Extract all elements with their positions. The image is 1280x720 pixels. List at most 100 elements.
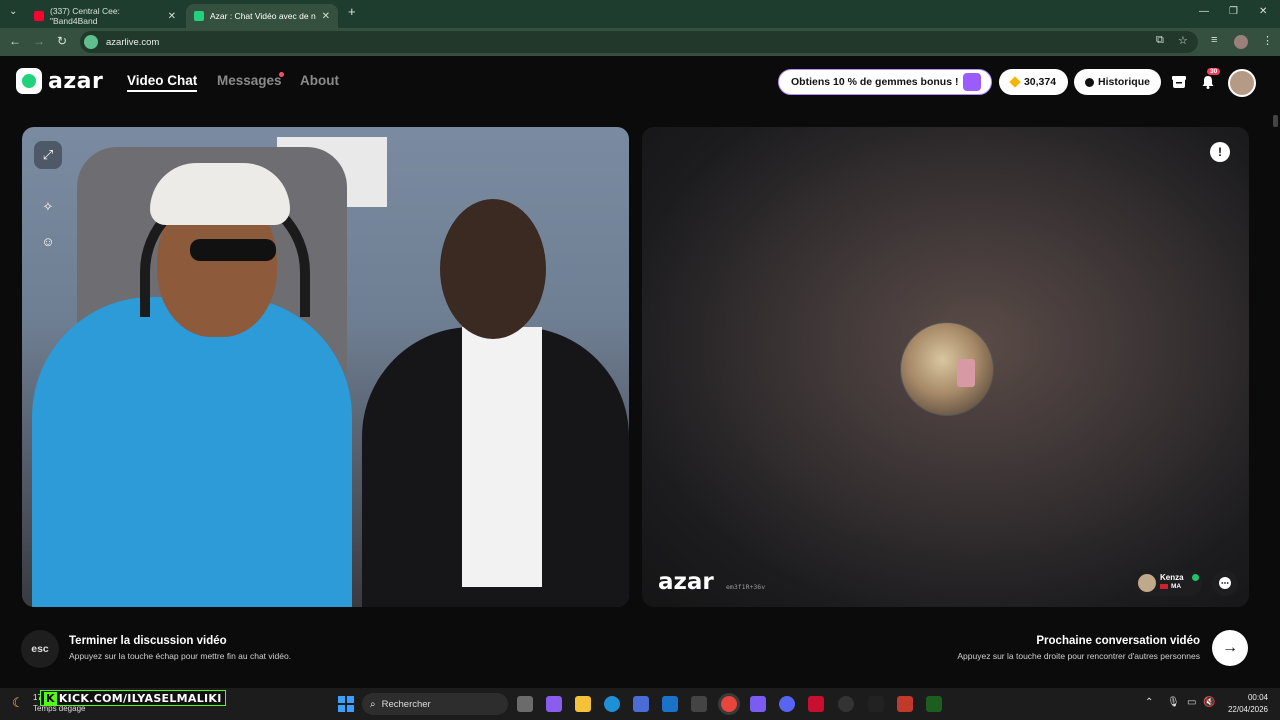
edge-icon[interactable] <box>604 696 620 712</box>
white-shirt <box>462 327 542 587</box>
nav-video-chat[interactable]: Video Chat <box>127 73 198 92</box>
close-window-icon[interactable]: ✕ <box>1259 6 1267 17</box>
clock-icon <box>1085 77 1095 87</box>
next-chat-title: Prochaine conversation vidéo <box>1036 635 1200 647</box>
search-placeholder: Rechercher <box>381 698 431 710</box>
remote-user-country: MA <box>1160 583 1181 590</box>
store-app-icon[interactable] <box>633 696 649 712</box>
discord-icon[interactable] <box>779 696 795 712</box>
country-code: MA <box>1171 583 1182 590</box>
app-icon[interactable] <box>691 696 707 712</box>
adobe-icon[interactable] <box>808 696 824 712</box>
face-filter-icon[interactable]: ☺ <box>34 227 62 255</box>
url-field[interactable]: azarlive.com <box>80 31 1198 53</box>
chrome-icon[interactable] <box>721 696 737 712</box>
local-video-panel: ⤢ ✧ ☺ <box>22 127 629 607</box>
gift-icon <box>963 73 981 91</box>
gem-icon <box>1009 76 1021 88</box>
azar-watermark: azar <box>658 569 714 595</box>
azar-logo[interactable]: azar <box>16 68 103 94</box>
morocco-flag-icon <box>1160 583 1168 589</box>
kick-url: KICK.COM/ILYASELMALIKI <box>58 691 222 705</box>
report-icon[interactable]: ! <box>1210 142 1230 162</box>
install-app-icon[interactable]: ⧉ <box>1156 34 1164 47</box>
kick-stream-overlay: K KICK.COM/ILYASELMALIKI <box>40 690 226 706</box>
azar-favicon-icon <box>194 11 204 21</box>
gem-bonus-promo-button[interactable]: Obtiens 10 % de gemmes bonus ! <box>778 69 992 95</box>
messages-unread-dot <box>279 72 284 77</box>
app-header: azar Video Chat Messages About Obtiens 1… <box>0 57 1280 127</box>
outlook-icon[interactable] <box>662 696 678 712</box>
back-icon[interactable]: ← <box>9 34 21 48</box>
promo-label: Obtiens 10 % de gemmes bonus ! <box>791 76 959 88</box>
reload-icon[interactable]: ↻ <box>57 34 67 48</box>
task-view-icon[interactable] <box>517 696 533 712</box>
remote-user-chip[interactable]: Kenza MA <box>1132 570 1202 596</box>
menu-kebab-icon[interactable]: ⋮ <box>1262 34 1273 47</box>
nav-about[interactable]: About <box>300 73 339 88</box>
kick-app-icon[interactable] <box>926 696 942 712</box>
search-icon: ⌕ <box>370 698 376 710</box>
app-icon[interactable] <box>868 696 884 712</box>
obs-icon[interactable] <box>838 696 854 712</box>
taskbar-time[interactable]: 00:04 <box>1230 693 1268 702</box>
tab-search-icon[interactable]: ⌄ <box>9 6 17 17</box>
site-info-icon[interactable] <box>84 35 98 49</box>
close-tab-icon[interactable]: ✕ <box>322 11 330 22</box>
history-label: Historique <box>1098 76 1150 88</box>
tab-youtube[interactable]: (337) Central Cee: "Band4Band ✕ <box>26 4 184 28</box>
tab-azar[interactable]: Azar : Chat Vidéo avec de n ✕ <box>186 4 338 28</box>
history-button[interactable]: Historique <box>1074 69 1161 95</box>
microphone-icon[interactable]: 🎙 <box>1167 697 1180 708</box>
close-tab-icon[interactable]: ✕ <box>168 11 176 22</box>
tab-label: (337) Central Cee: "Band4Band <box>50 6 120 26</box>
youtube-favicon-icon <box>34 11 44 21</box>
remote-user-mini-avatar <box>1138 574 1156 592</box>
bookmark-star-icon[interactable]: ☆ <box>1178 34 1188 47</box>
next-chat-subtitle: Appuyez sur la touche droite pour rencon… <box>957 651 1200 661</box>
profile-avatar-icon[interactable] <box>1234 35 1248 49</box>
taskbar-date[interactable]: 22/04/2026 <box>1222 705 1268 714</box>
tab-label: Azar : Chat Vidéo avec de n <box>210 11 316 21</box>
browser-tab-strip: ⌄ (337) Central Cee: "Band4Band ✕ Azar :… <box>0 0 1280 28</box>
tray-expand-icon[interactable]: ⌃ <box>1145 697 1153 708</box>
bell-icon[interactable] <box>1200 74 1216 90</box>
white-cap <box>150 163 290 225</box>
user-avatar[interactable] <box>1228 69 1256 97</box>
windows-taskbar: ☾ 17 Temps dégagé K KICK.COM/ILYASELMALIK… <box>0 688 1280 720</box>
gems-balance-button[interactable]: 30,374 <box>999 69 1068 95</box>
sunglasses <box>190 239 276 261</box>
verified-icon <box>1192 574 1199 581</box>
volume-muted-icon[interactable]: 🔇 <box>1203 697 1215 708</box>
windows-start-icon[interactable] <box>338 696 354 712</box>
restore-icon[interactable]: ❐ <box>1229 6 1238 17</box>
media-control-icon[interactable]: ≡ <box>1211 34 1217 46</box>
taskbar-search-field[interactable]: ⌕ Rechercher <box>362 693 508 715</box>
copilot-icon[interactable] <box>546 696 562 712</box>
kick-logo-icon: K <box>44 691 57 705</box>
forward-icon[interactable]: → <box>33 34 45 48</box>
new-tab-icon[interactable]: + <box>348 4 356 19</box>
person-face <box>440 199 546 339</box>
remote-user-name: Kenza <box>1160 573 1184 582</box>
address-bar: ← → ↻ azarlive.com ⧉ ☆ ≡ ⋮ <box>0 28 1280 56</box>
chat-bubble-icon[interactable] <box>1212 570 1238 596</box>
remote-user-avatar <box>900 322 994 416</box>
minimize-icon[interactable]: — <box>1199 6 1209 17</box>
expand-icon[interactable]: ⤢ <box>34 141 62 169</box>
recording-app-icon[interactable] <box>897 696 913 712</box>
store-icon[interactable] <box>1171 74 1187 90</box>
watermark-code: em3f1R+36v <box>726 583 766 591</box>
scrollbar-thumb[interactable] <box>1273 115 1278 127</box>
moon-weather-icon[interactable]: ☾ <box>12 695 24 711</box>
nav-messages[interactable]: Messages <box>217 73 282 88</box>
magic-wand-icon[interactable]: ✧ <box>34 193 62 221</box>
remote-video-panel: ! azar em3f1R+36v Kenza MA <box>642 127 1249 607</box>
file-explorer-icon[interactable] <box>575 696 591 712</box>
network-icon[interactable]: ▭ <box>1187 697 1196 708</box>
gems-count: 30,374 <box>1023 76 1057 88</box>
next-chat-arrow-button[interactable]: → <box>1212 630 1248 666</box>
esc-end-chat-button[interactable]: esc <box>21 630 59 668</box>
url-text: azarlive.com <box>106 36 160 48</box>
game-controller-icon[interactable] <box>750 696 766 712</box>
